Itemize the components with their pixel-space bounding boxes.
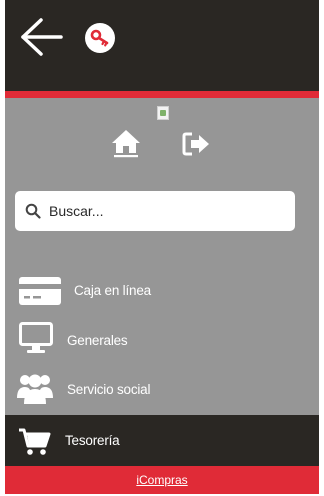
users-icon [17, 374, 53, 404]
back-button[interactable] [19, 17, 65, 57]
menu-item-label: Servicio social [67, 381, 151, 397]
logout-button[interactable] [182, 131, 212, 157]
menu-item-label: Tesorería [65, 433, 120, 448]
search-field[interactable] [15, 191, 295, 231]
footer-bar: iCompras [5, 466, 319, 494]
icompras-link[interactable]: iCompras [136, 473, 187, 487]
header-accent-line [5, 91, 319, 98]
search-input[interactable] [49, 203, 279, 219]
top-bar [5, 0, 319, 91]
menu-item-tesoreria[interactable]: Tesorería [5, 415, 319, 466]
home-icon [112, 130, 140, 158]
arrow-left-icon [21, 18, 63, 56]
key-icon [90, 29, 109, 47]
key-button[interactable] [85, 23, 115, 53]
credit-card-icon [19, 277, 61, 305]
menu-item-generales[interactable]: Generales [5, 318, 319, 362]
monitor-icon [19, 322, 53, 353]
app-frame: Caja en línea Generales Servicio social … [5, 0, 319, 494]
menu-item-label: Caja en línea [74, 282, 151, 298]
menu-item-label: Generales [67, 332, 128, 348]
shopping-cart-icon [19, 428, 51, 455]
sign-out-icon [182, 132, 209, 156]
home-button[interactable] [111, 128, 141, 158]
search-icon [25, 203, 41, 219]
menu-item-servicio-social[interactable]: Servicio social [5, 367, 319, 411]
menu-item-caja-en-linea[interactable]: Caja en línea [5, 268, 319, 312]
broken-image-icon [157, 106, 169, 120]
